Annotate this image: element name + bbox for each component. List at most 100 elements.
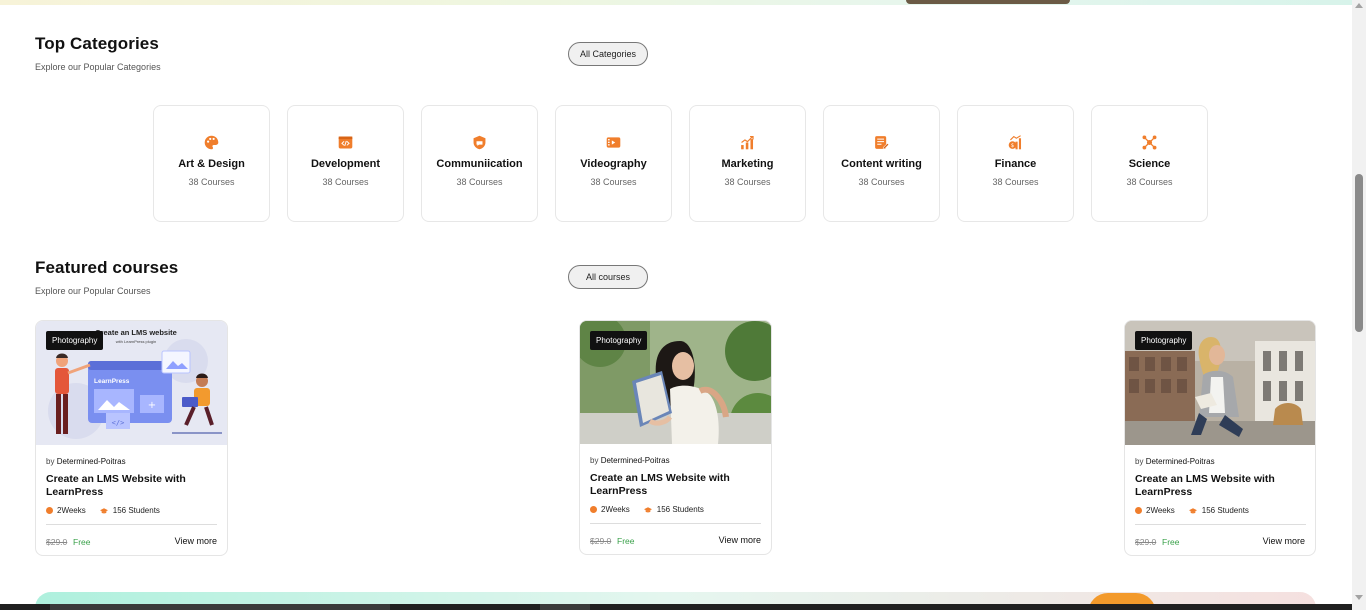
banner-image-strip <box>0 604 1352 610</box>
svg-text:+: + <box>148 400 156 411</box>
course-price: Free <box>73 537 91 547</box>
course-title[interactable]: Create an LMS Website with LearnPress <box>46 473 221 498</box>
code-icon <box>337 133 355 151</box>
course-category-tag[interactable]: Photography <box>46 331 104 350</box>
hero-bottom-edge <box>0 0 1352 5</box>
course-thumbnail: Photography <box>580 321 771 444</box>
course-author[interactable]: Determined-Poitras <box>57 457 126 466</box>
palette-icon <box>203 133 221 151</box>
svg-text:</>: </> <box>112 419 125 427</box>
course-card[interactable]: Photography by Determined-Poitras Create… <box>1124 320 1316 556</box>
clock-icon <box>590 506 597 513</box>
category-name: Development <box>310 158 381 170</box>
course-author[interactable]: Determined-Poitras <box>601 456 670 465</box>
course-old-price: $29.0 <box>590 536 612 546</box>
thumb-logo: LearnPress <box>94 378 130 385</box>
graduation-cap-icon <box>1188 507 1197 513</box>
money-chart-icon: $ <box>1007 133 1025 151</box>
course-title[interactable]: Create an LMS Website with LearnPress <box>1135 473 1310 498</box>
categories-title: Top Categories <box>35 34 159 53</box>
graduation-cap-icon <box>99 507 108 513</box>
course-category-tag[interactable]: Photography <box>1135 331 1193 350</box>
by-label: by <box>46 457 55 466</box>
course-title[interactable]: Create an LMS Website with LearnPress <box>590 472 765 497</box>
category-card-content-writing[interactable]: Content writing 38 Courses <box>823 105 940 222</box>
category-name: Science <box>1128 158 1171 170</box>
category-count: 38 Courses <box>1126 177 1173 187</box>
category-card-development[interactable]: Development 38 Courses <box>287 105 404 222</box>
svg-text:$: $ <box>1011 143 1014 149</box>
category-name: Content writing <box>841 158 922 170</box>
course-price: Free <box>1162 537 1180 547</box>
graduation-cap-icon <box>643 506 652 512</box>
video-icon <box>605 133 623 151</box>
category-count: 38 Courses <box>724 177 771 187</box>
shield-chat-icon <box>471 133 489 151</box>
featured-subtitle: Explore our Popular Courses <box>35 286 151 296</box>
category-count: 38 Courses <box>456 177 503 187</box>
scroll-down-arrow-icon[interactable] <box>1355 595 1363 600</box>
category-name: Marketing <box>721 158 774 170</box>
course-thumbnail: Create an LMS website with LearnPress pl… <box>36 321 227 445</box>
category-card-science[interactable]: Science 38 Courses <box>1091 105 1208 222</box>
view-more-link[interactable]: View more <box>175 536 217 546</box>
course-duration: 2Weeks <box>57 506 86 515</box>
course-duration: 2Weeks <box>1146 506 1175 515</box>
card-divider <box>46 524 217 525</box>
category-name: Videography <box>580 158 647 170</box>
category-count: 38 Courses <box>992 177 1039 187</box>
course-price: Free <box>617 536 635 546</box>
hero-image-edge <box>906 0 1070 4</box>
category-name: Art & Design <box>178 158 245 170</box>
category-count: 38 Courses <box>590 177 637 187</box>
course-duration: 2Weeks <box>601 505 630 514</box>
category-card-marketing[interactable]: Marketing 38 Courses <box>689 105 806 222</box>
category-card-art-design[interactable]: Art & Design 38 Courses <box>153 105 270 222</box>
course-students: 156 Students <box>112 506 160 515</box>
all-categories-button[interactable]: All Categories <box>568 42 648 66</box>
by-label: by <box>590 456 599 465</box>
all-courses-button[interactable]: All courses <box>568 265 648 289</box>
course-card[interactable]: Create an LMS website with LearnPress pl… <box>35 320 228 556</box>
document-pen-icon <box>873 133 891 151</box>
course-meta: 2Weeks 156 Students <box>590 505 704 514</box>
thumb-subheading: with LearnPress plugin <box>116 339 156 344</box>
category-card-finance[interactable]: $ Finance 38 Courses <box>957 105 1074 222</box>
category-name: Finance <box>994 158 1037 170</box>
page: Top Categories Explore our Popular Categ… <box>0 0 1366 610</box>
categories-subtitle: Explore our Popular Categories <box>35 62 161 72</box>
growth-chart-icon <box>739 133 757 151</box>
course-students: 156 Students <box>1201 506 1249 515</box>
course-card[interactable]: Photography by Determined-Poitras Create… <box>579 320 772 555</box>
scroll-up-arrow-icon[interactable] <box>1355 3 1363 8</box>
category-card-videography[interactable]: Videography 38 Courses <box>555 105 672 222</box>
course-author-line: by Determined-Poitras <box>46 457 126 466</box>
course-author[interactable]: Determined-Poitras <box>1146 457 1215 466</box>
course-meta: 2Weeks 156 Students <box>1135 506 1249 515</box>
by-label: by <box>1135 457 1144 466</box>
category-name: Communiication <box>436 158 523 170</box>
card-divider <box>590 523 761 524</box>
thumb-heading: Create an LMS website <box>95 328 177 337</box>
category-card-communication[interactable]: Communiication 38 Courses <box>421 105 538 222</box>
scrollbar-thumb[interactable] <box>1355 174 1363 332</box>
card-divider <box>1135 524 1306 525</box>
course-old-price: $29.0 <box>1135 537 1157 547</box>
course-students: 156 Students <box>656 505 704 514</box>
vertical-scrollbar[interactable] <box>1352 0 1366 610</box>
category-count: 38 Courses <box>858 177 905 187</box>
category-count: 38 Courses <box>188 177 235 187</box>
molecule-icon <box>1141 133 1159 151</box>
featured-title: Featured courses <box>35 258 179 277</box>
course-thumbnail: Photography <box>1125 321 1315 445</box>
clock-icon <box>46 507 53 514</box>
course-old-price: $29.0 <box>46 537 68 547</box>
category-count: 38 Courses <box>322 177 369 187</box>
course-category-tag[interactable]: Photography <box>590 331 648 350</box>
category-list: Art & Design 38 Courses Development 38 C… <box>153 105 1208 222</box>
course-author-line: by Determined-Poitras <box>590 456 670 465</box>
view-more-link[interactable]: View more <box>1263 536 1305 546</box>
clock-icon <box>1135 507 1142 514</box>
course-author-line: by Determined-Poitras <box>1135 457 1215 466</box>
view-more-link[interactable]: View more <box>719 535 761 545</box>
